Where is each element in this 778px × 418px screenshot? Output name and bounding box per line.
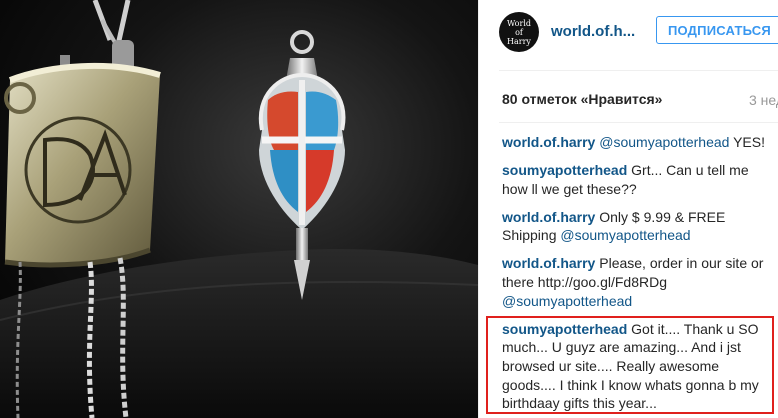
comment-author[interactable]: world.of.harry xyxy=(502,134,595,150)
comment-mention[interactable]: @soumyapotterhead xyxy=(560,227,690,243)
likes-divider xyxy=(499,122,778,123)
comment-item: world.of.harry @soumyapotterhead YES! xyxy=(502,133,770,152)
comment-item: world.of.harry Only $ 9.99 & FREE Shippi… xyxy=(502,208,770,245)
comment-author[interactable]: world.of.harry xyxy=(502,255,595,271)
post-header: World of Harry world.of.h... ПОДПИСАТЬСЯ xyxy=(499,12,778,52)
comments-panel: World of Harry world.of.h... ПОДПИСАТЬСЯ… xyxy=(478,0,778,418)
likes-count[interactable]: 80 отметок «Нравится» xyxy=(502,91,662,107)
comments-list: world.of.harry @soumyapotterhead YES! sou… xyxy=(502,133,770,418)
comment-item: soumyapotterhead Grt... Can u tell me ho… xyxy=(502,161,770,198)
avatar-text-3: Harry xyxy=(507,36,531,46)
comment-mention[interactable]: @soumyapotterhead xyxy=(595,134,729,150)
comment-author[interactable]: world.of.harry xyxy=(502,209,595,225)
avatar-text-1: World xyxy=(507,18,531,28)
header-divider xyxy=(499,70,778,71)
post-photo[interactable] xyxy=(0,0,478,418)
comment-item: world.of.harry Please, order in our site… xyxy=(502,254,770,310)
post-time[interactable]: 3 нед xyxy=(749,92,778,108)
follow-button[interactable]: ПОДПИСАТЬСЯ xyxy=(656,16,778,44)
comment-text: YES! xyxy=(729,134,765,150)
comment-mention[interactable]: @soumyapotterhead xyxy=(502,293,632,309)
avatar-text-2: of xyxy=(515,27,523,37)
post-image xyxy=(0,0,478,418)
comment-item: soumyapotterhead Got it.... Thank u SO m… xyxy=(502,320,770,413)
avatar[interactable]: World of Harry xyxy=(499,12,539,52)
comment-author[interactable]: soumyapotterhead xyxy=(502,321,627,337)
username-link[interactable]: world.of.h... xyxy=(551,23,635,40)
comment-author[interactable]: soumyapotterhead xyxy=(502,162,627,178)
